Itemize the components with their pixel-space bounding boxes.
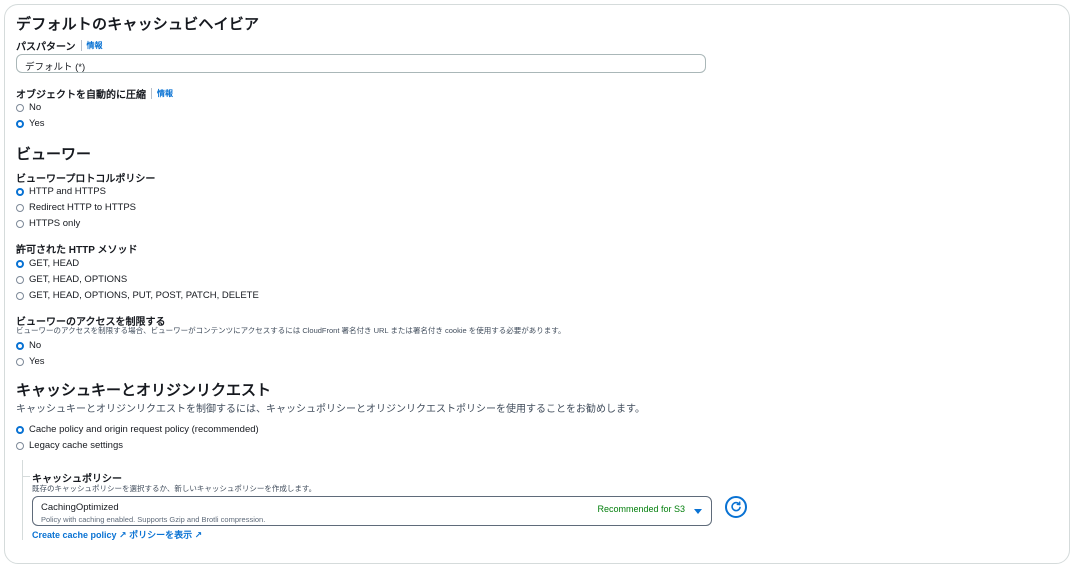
section-title-viewer: ビューワー [16, 146, 92, 163]
option-label: No [29, 340, 42, 351]
refresh-icon [731, 501, 741, 512]
compress-label: オブジェクトを自動的に圧縮 [16, 90, 146, 101]
radio-icon[interactable] [16, 203, 24, 212]
option-label: Cache policy and origin request policy (… [29, 424, 259, 435]
radio-selected-icon[interactable] [16, 259, 24, 268]
recommended-tag: Recommended for S3 [597, 504, 685, 514]
compress-option-no[interactable]: No [16, 102, 41, 113]
path-pattern-label-row: パスパターン 情報 [16, 38, 103, 53]
option-label: Yes [29, 356, 45, 367]
option-label: Legacy cache settings [29, 440, 124, 451]
methods-option-get-head-options[interactable]: GET, HEAD, OPTIONS [16, 274, 127, 285]
option-label: Redirect HTTP to HTTPS [29, 202, 136, 213]
compress-info-link[interactable]: 情報 [151, 88, 173, 99]
cache-key-description: キャッシュキーとオリジンリクエストを制御するには、キャッシュポリシーとオリジンリ… [16, 404, 645, 415]
restrict-option-no[interactable]: No [16, 340, 41, 351]
protocol-option-https-only[interactable]: HTTPS only [16, 218, 80, 229]
methods-option-get-head[interactable]: GET, HEAD [16, 258, 79, 269]
radio-icon[interactable] [16, 357, 24, 366]
radio-selected-icon[interactable] [16, 341, 24, 350]
compress-label-row: オブジェクトを自動的に圧縮 情報 [16, 86, 173, 101]
cache-policy-selected-title: CachingOptimized [41, 502, 119, 513]
option-label: HTTP and HTTPS [29, 186, 106, 197]
option-label: GET, HEAD, OPTIONS, PUT, POST, PATCH, DE… [29, 290, 259, 301]
radio-selected-icon[interactable] [16, 425, 24, 434]
cache-policy-description: 既存のキャッシュポリシーを選択するか、新しいキャッシュポリシーを作成します。 [32, 484, 317, 493]
nested-guide-line [22, 460, 23, 540]
radio-icon[interactable] [16, 103, 24, 112]
option-label: HTTPS only [29, 218, 81, 229]
compress-option-yes[interactable]: Yes [16, 118, 45, 129]
radio-icon[interactable] [16, 291, 24, 300]
cache-option-legacy[interactable]: Legacy cache settings [16, 440, 123, 451]
radio-icon[interactable] [16, 219, 24, 228]
cache-option-policy[interactable]: Cache policy and origin request policy (… [16, 424, 259, 435]
protocol-option-http-https[interactable]: HTTP and HTTPS [16, 186, 106, 197]
cache-policy-selected-subtitle: Policy with caching enabled. Supports Gz… [41, 515, 266, 524]
cache-policy-links[interactable]: Create cache policy ↗ ポリシーを表示 ↗ [32, 528, 202, 541]
protocol-label: ビューワープロトコルポリシー [16, 174, 156, 185]
cache-policy-select[interactable]: CachingOptimized Policy with caching ena… [32, 496, 712, 526]
section-title-cache-key: キャッシュキーとオリジンリクエスト [16, 382, 272, 399]
restrict-description: ビューワーのアクセスを制限する場合、ビューワーがコンテンツにアクセスするには C… [16, 326, 566, 335]
methods-label: 許可された HTTP メソッド [16, 245, 138, 256]
radio-icon[interactable] [16, 275, 24, 284]
section-title-default-behavior: デフォルトのキャッシュビヘイビア [16, 16, 260, 33]
restrict-option-yes[interactable]: Yes [16, 356, 45, 367]
option-label: Yes [29, 118, 45, 129]
path-pattern-info-link[interactable]: 情報 [80, 40, 103, 51]
refresh-button[interactable] [725, 496, 747, 518]
path-pattern-input[interactable]: デフォルト (*) [16, 54, 706, 73]
radio-selected-icon[interactable] [16, 187, 24, 196]
path-pattern-label: パスパターン [16, 42, 76, 53]
methods-option-all[interactable]: GET, HEAD, OPTIONS, PUT, POST, PATCH, DE… [16, 290, 259, 301]
radio-selected-icon[interactable] [16, 119, 24, 128]
protocol-option-redirect[interactable]: Redirect HTTP to HTTPS [16, 202, 136, 213]
option-label: No [29, 102, 42, 113]
option-label: GET, HEAD, OPTIONS [29, 274, 128, 285]
option-label: GET, HEAD [29, 258, 80, 269]
radio-icon[interactable] [16, 441, 24, 450]
nested-guide-tick [22, 476, 30, 477]
caret-down-icon[interactable] [694, 509, 702, 514]
